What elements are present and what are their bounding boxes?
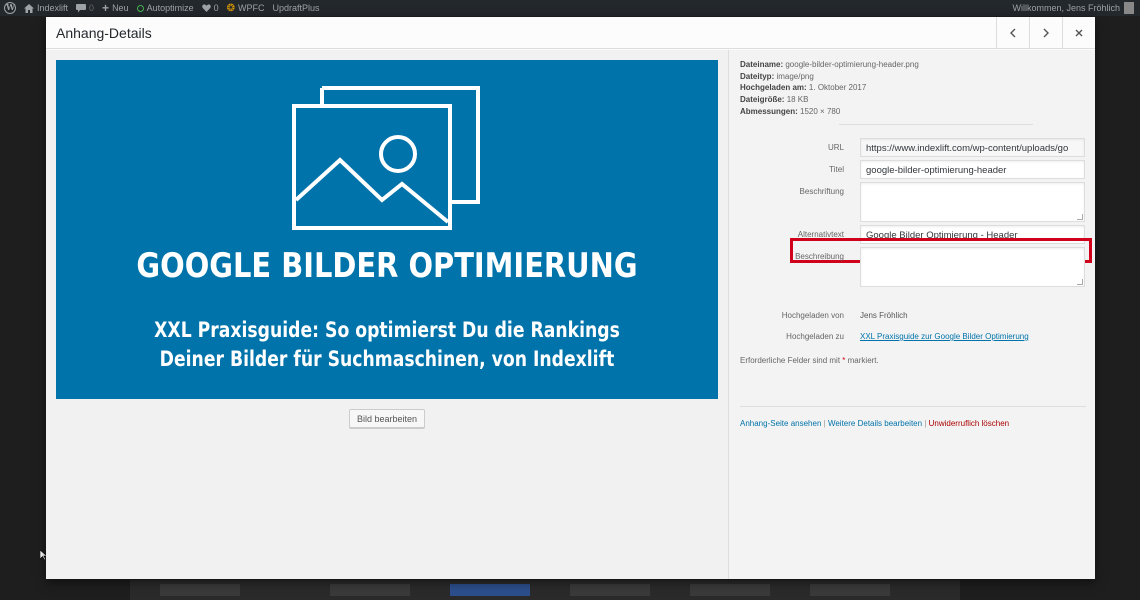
adminbar-wpfc[interactable]: ❂ WPFC (227, 0, 265, 16)
url-field[interactable]: https://www.indexlift.com/wp-content/upl… (860, 138, 1085, 157)
modal-title: Anhang-Details (56, 25, 152, 41)
description-label: Beschreibung (795, 252, 844, 261)
uploaded-by-value: Jens Fröhlich (860, 311, 908, 320)
uploaded-date-value: 1. Oktober 2017 (808, 83, 867, 93)
image-preview: GOOGLE BILDER OPTIMIERUNG XXL Praxisguid… (56, 60, 718, 399)
uploaded-to-label: Hochgeladen zu (786, 332, 844, 341)
image-placeholder-icon (292, 86, 480, 230)
background-thumb (450, 584, 530, 596)
heart-icon (201, 4, 211, 12)
background-thumb (160, 584, 240, 596)
adminbar-account[interactable]: Willkommen, Jens Fröhlich (1012, 2, 1134, 14)
close-icon (1075, 29, 1083, 37)
background-thumb (690, 584, 770, 596)
adminbar-site[interactable]: Indexlift (24, 0, 68, 16)
updates-count: 0 (213, 3, 219, 13)
caption-field[interactable] (860, 182, 1085, 222)
url-label: URL (827, 143, 844, 152)
edit-more-details-link[interactable]: Weitere Details bearbeiten (828, 419, 922, 428)
attachment-actions: Anhang-Seite ansehen | Weitere Details b… (740, 419, 1009, 428)
file-meta: Dateiname: google-bilder-optimierung-hea… (740, 59, 919, 118)
avatar (1124, 2, 1134, 14)
autoptimize-label: Autoptimize (146, 3, 194, 13)
title-label: Titel (829, 165, 844, 174)
required-note-text: Erforderliche Felder sind mit (740, 356, 841, 365)
wordpress-logo-icon[interactable] (4, 2, 16, 14)
action-separator: | (924, 419, 927, 428)
delete-permanently-link[interactable]: Unwiderruflich löschen (929, 419, 1009, 428)
filename-label: Dateiname: (740, 60, 784, 69)
background-thumb (330, 584, 410, 596)
next-button[interactable] (1029, 17, 1062, 49)
admin-bar: Indexlift 0 + Neu Autoptimize 0 ❂ WPFC U… (0, 0, 1140, 16)
preview-subtitle-line-1: XXL Praxisguide: So optimierst Du die Ra… (154, 318, 620, 342)
adminbar-updraft[interactable]: UpdraftPlus (273, 0, 320, 16)
background-page (130, 580, 960, 600)
description-field[interactable] (860, 247, 1085, 287)
preview-headline: GOOGLE BILDER OPTIMIERUNG (136, 246, 638, 286)
filesize-label: Dateigröße: (740, 95, 785, 105)
filetype-label: Dateityp: (740, 71, 775, 81)
filetype-value: image/png (776, 71, 814, 81)
divider (839, 124, 1033, 125)
adminbar-updates[interactable]: 0 (201, 0, 219, 16)
filename-value: google-bilder-optimierung-header.png (785, 60, 919, 69)
adminbar-new[interactable]: + Neu (102, 0, 129, 16)
previous-button[interactable] (996, 17, 1029, 49)
preview-subtitle-line-2: Deiner Bilder für Suchmaschinen, von Ind… (159, 347, 615, 371)
action-separator: | (823, 419, 826, 428)
chevron-left-icon (1010, 28, 1016, 38)
comments-count: 0 (89, 3, 95, 13)
uploaded-date-label: Hochgeladen am: (740, 83, 807, 93)
status-circle-icon (136, 4, 144, 12)
divider (740, 406, 1086, 407)
close-button[interactable] (1062, 17, 1095, 49)
required-note-suffix: markiert. (847, 356, 879, 365)
background-thumb (570, 584, 650, 596)
required-star: * (842, 356, 846, 365)
uploaded-to-link[interactable]: XXL Praxisguide zur Google Bilder Optimi… (860, 332, 1029, 341)
filesize-value: 18 KB (786, 95, 809, 105)
cheetah-icon: ❂ (226, 2, 236, 14)
adminbar-comments[interactable]: 0 (76, 0, 94, 16)
modal-header: Anhang-Details (46, 17, 1095, 49)
dimensions-label: Abmessungen: (740, 106, 798, 116)
wpfc-label: WPFC (238, 3, 265, 13)
image-preview-pane: GOOGLE BILDER OPTIMIERUNG XXL Praxisguid… (46, 50, 728, 579)
updraft-label: UpdraftPlus (272, 3, 320, 13)
new-label: Neu (112, 3, 129, 13)
dimensions-value: 1520 × 780 (800, 106, 841, 116)
plus-icon: + (102, 1, 110, 15)
attachment-details-modal: Anhang-Details GOOGLE BILDER OPTIMIERUNG… (46, 17, 1095, 579)
adminbar-autoptimize[interactable]: Autoptimize (136, 0, 194, 16)
caption-label: Beschriftung (799, 187, 844, 196)
background-thumb (810, 584, 890, 596)
site-name: Indexlift (37, 3, 69, 13)
title-field[interactable]: google-bilder-optimierung-header (860, 160, 1085, 179)
comment-icon (76, 3, 87, 12)
attachment-info-pane: Dateiname: google-bilder-optimierung-hea… (728, 50, 1095, 579)
required-fields-note: Erforderliche Felder sind mit * markiert… (740, 356, 879, 365)
welcome-text: Willkommen, Jens Fröhlich (1012, 3, 1120, 13)
edit-image-button[interactable]: Bild bearbeiten (349, 409, 426, 428)
chevron-right-icon (1043, 28, 1049, 38)
home-icon (24, 3, 34, 13)
uploaded-by-label: Hochgeladen von (781, 311, 844, 320)
view-attachment-page-link[interactable]: Anhang-Seite ansehen (740, 419, 821, 428)
